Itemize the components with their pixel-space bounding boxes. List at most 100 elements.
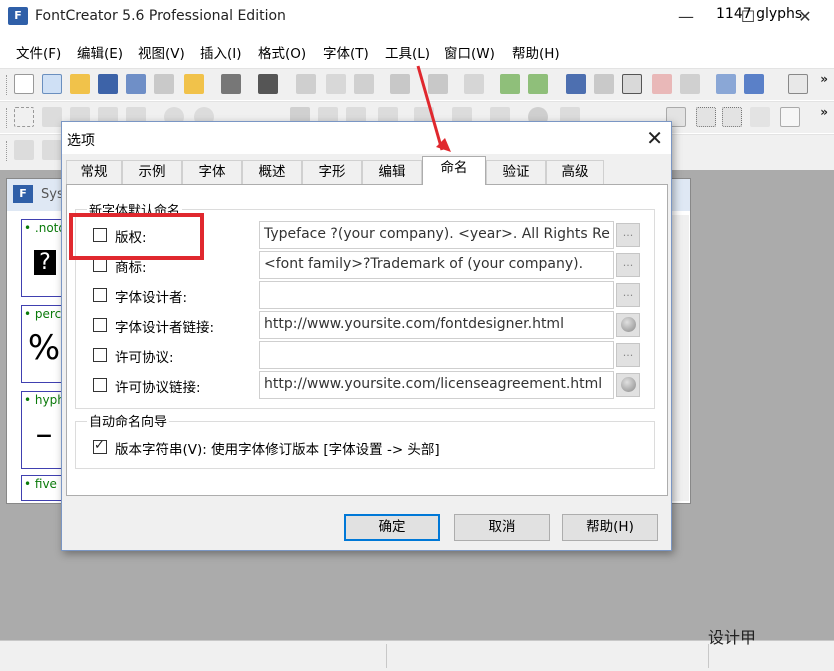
tab-sample[interactable]: 示例 (122, 160, 182, 185)
title-bar: F FontCreator 5.6 Professional Edition —… (0, 0, 834, 34)
glyph-name: • perc (24, 307, 62, 321)
dialog-titlebar[interactable]: 选项 ✕ (62, 122, 671, 154)
tab-validate[interactable]: 验证 (486, 160, 546, 185)
ok-button[interactable]: 确定 (344, 514, 440, 541)
toolbar-grip[interactable] (6, 75, 9, 95)
toolbar-grip[interactable] (6, 108, 9, 128)
designer-checkbox[interactable] (93, 288, 107, 302)
copyright-checkbox[interactable] (93, 228, 107, 242)
toolbar-overflow-icon[interactable]: » (820, 72, 828, 86)
license-browse-button[interactable]: ... (616, 343, 640, 367)
license-url-open-icon[interactable] (616, 373, 640, 397)
menu-file[interactable]: 文件(F) (16, 42, 61, 62)
license-url-checkbox[interactable] (93, 378, 107, 392)
menu-insert[interactable]: 插入(I) (200, 42, 242, 62)
find-icon[interactable] (258, 74, 278, 94)
version-string-checkbox[interactable] (93, 438, 107, 454)
glyph-preview: ? (34, 250, 56, 275)
tab-advanced[interactable]: 高级 (546, 160, 604, 185)
glyph-name: • .notd (24, 221, 66, 235)
preview-icon[interactable] (716, 74, 736, 94)
tab-edit[interactable]: 编辑 (362, 160, 422, 185)
open-project-icon[interactable] (184, 74, 204, 94)
designer-url-open-icon[interactable] (616, 313, 640, 337)
help-button[interactable]: 帮助(H) (562, 514, 658, 541)
menu-window[interactable]: 窗口(W) (444, 42, 495, 62)
validate-icon[interactable] (594, 74, 614, 94)
bold-icon[interactable] (780, 107, 800, 127)
cut-icon[interactable] (296, 74, 316, 94)
license-label: 许可协议: (115, 350, 174, 366)
tab-strip: 常规 示例 字体 概述 字形 编辑 命名 验证 高级 (66, 156, 666, 185)
tab-naming[interactable]: 命名 (422, 156, 486, 185)
arrange-icon[interactable] (14, 140, 34, 160)
trademark-browse-button[interactable]: ... (616, 253, 640, 277)
toolbar-overflow-icon[interactable]: » (820, 105, 828, 119)
designer-url-checkbox[interactable] (93, 318, 107, 332)
watermark: 设计甲 (708, 628, 757, 647)
trademark-field[interactable]: <font family>?Trademark of (your company… (259, 251, 614, 279)
undo-icon[interactable] (390, 74, 410, 94)
menu-help[interactable]: 帮助(H) (512, 42, 560, 62)
copyright-field[interactable]: Typeface ?(your company). <year>. All Ri… (259, 221, 614, 249)
license-field[interactable] (259, 341, 614, 369)
license-url-field[interactable]: http://www.yoursite.com/licenseagreement… (259, 371, 614, 399)
save-all-icon[interactable] (126, 74, 146, 94)
designer-browse-button[interactable]: ... (616, 283, 640, 307)
glyph-preview: – (35, 414, 53, 454)
paste-icon[interactable] (354, 74, 374, 94)
minimize-button[interactable]: — (666, 4, 706, 30)
copy-icon[interactable] (326, 74, 346, 94)
text-tool-icon[interactable] (622, 74, 642, 94)
menu-format[interactable]: 格式(O) (258, 42, 306, 62)
toolbar-grip[interactable] (6, 141, 9, 161)
designer-field[interactable] (259, 281, 614, 309)
add-glyphs-icon[interactable] (528, 74, 548, 94)
window-title: FontCreator 5.6 Professional Edition (35, 8, 286, 24)
menu-font[interactable]: 字体(T) (323, 42, 369, 62)
trademark-label: 商标: (115, 260, 147, 276)
distribute-icon[interactable] (722, 107, 742, 127)
align-icon[interactable] (696, 107, 716, 127)
menu-tools[interactable]: 工具(L) (385, 42, 430, 62)
tab-glyph[interactable]: 字形 (302, 160, 362, 185)
print-icon[interactable] (221, 74, 241, 94)
refresh-icon[interactable] (464, 74, 484, 94)
designer-label: 字体设计者: (115, 290, 188, 306)
insert-char-icon[interactable] (744, 74, 764, 94)
menu-edit[interactable]: 编辑(E) (77, 42, 123, 62)
lasso-icon[interactable] (42, 107, 62, 127)
tag-icon[interactable] (652, 74, 672, 94)
cancel-button[interactable]: 取消 (454, 514, 550, 541)
dialog-close-button[interactable]: ✕ (646, 126, 663, 150)
panel-icon[interactable] (788, 74, 808, 94)
menu-view[interactable]: 视图(V) (138, 42, 185, 62)
glyph-name: • hyph (24, 393, 65, 407)
license-checkbox[interactable] (93, 348, 107, 362)
copyright-label: 版权: (115, 230, 147, 246)
dialog-title: 选项 (67, 133, 95, 149)
select-icon[interactable] (14, 107, 34, 127)
tab-font[interactable]: 字体 (182, 160, 242, 185)
combine-icon[interactable] (42, 140, 62, 160)
glyph-name: • five (24, 477, 57, 491)
toolbar-standard: » (0, 68, 834, 100)
tab-overview[interactable]: 概述 (242, 160, 302, 185)
add-glyph-icon[interactable] (500, 74, 520, 94)
vertical-scrollbar[interactable] (671, 215, 689, 501)
copyright-browse-button[interactable]: ... (616, 223, 640, 247)
check-icon[interactable] (680, 74, 700, 94)
new-font-icon[interactable] (42, 74, 62, 94)
tab-general[interactable]: 常规 (66, 160, 122, 185)
trademark-checkbox[interactable] (93, 258, 107, 272)
designer-url-field[interactable]: http://www.yoursite.com/fontdesigner.htm… (259, 311, 614, 339)
kerning-icon[interactable] (750, 107, 770, 127)
new-icon[interactable] (14, 74, 34, 94)
version-string-label: 版本字符串(V): 使用字体修订版本 [字体设置 -> 头部] (115, 442, 440, 458)
sort-icon[interactable] (566, 74, 586, 94)
save-icon[interactable] (98, 74, 118, 94)
copy-font-icon[interactable] (154, 74, 174, 94)
glyph-preview: % (27, 328, 61, 368)
open-folder-icon[interactable] (70, 74, 90, 94)
redo-icon[interactable] (428, 74, 448, 94)
